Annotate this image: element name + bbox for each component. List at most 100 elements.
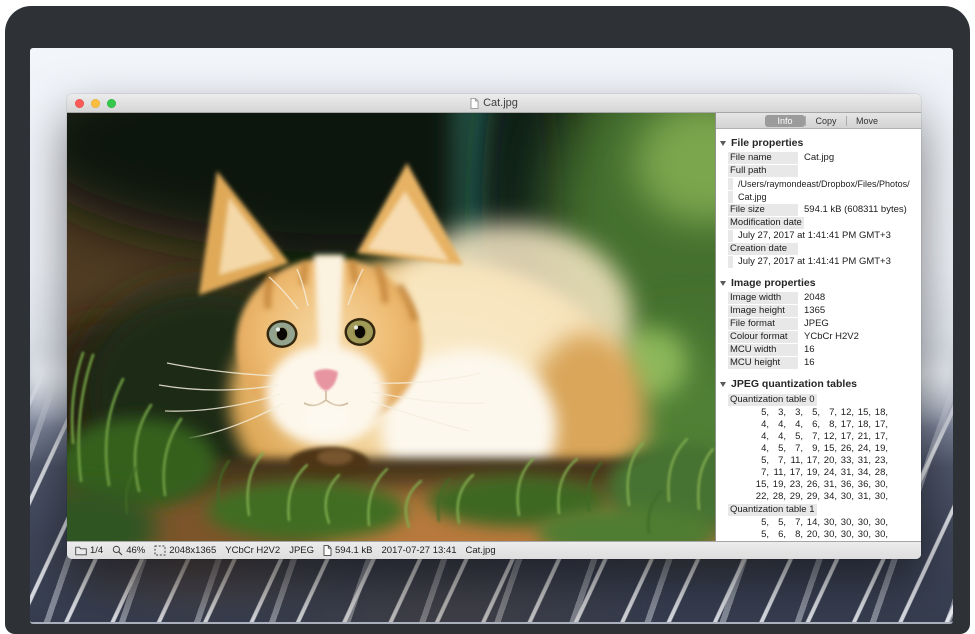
quant-value: 30,	[854, 517, 871, 529]
property-label: File name	[728, 152, 798, 164]
property-value: Cat.jpg	[804, 152, 834, 164]
quant-value: 15,	[854, 407, 871, 419]
property-value: YCbCr H2V2	[804, 331, 859, 343]
property-label: File format	[728, 318, 798, 330]
info-sidebar: Info Copy Move File properties	[715, 113, 921, 541]
label-column-sliver	[728, 256, 733, 268]
quant-value: 7,	[769, 455, 786, 467]
quant-value: 24,	[854, 443, 871, 455]
quant-value: 7,	[752, 467, 769, 479]
property-value: 2048	[804, 292, 825, 304]
quant-value: 4,	[769, 419, 786, 431]
titlebar[interactable]: Cat.jpg	[67, 94, 921, 113]
quant-table-row: 7,11,17,19,24,31,34,28,	[742, 467, 888, 479]
statusbar-zoom-level: 46%	[112, 545, 145, 556]
quant-value: 17,	[837, 419, 854, 431]
property-row: Modification date	[728, 217, 917, 229]
quant-value: 18,	[871, 407, 888, 419]
label-column-sliver	[728, 191, 733, 203]
property-row: Full path	[728, 165, 917, 177]
full-path-line: Cat.jpg	[738, 191, 767, 203]
info-panel[interactable]: File properties File name Cat.jpg Full p…	[716, 129, 921, 541]
tab-info[interactable]: Info	[765, 115, 805, 127]
device-bezel: Cat.jpg	[5, 6, 970, 634]
quant-value: 4,	[752, 419, 769, 431]
window-content: Info Copy Move File properties	[67, 113, 921, 541]
quant-table-row: 22,28,29,29,34,30,31,30,	[742, 491, 888, 503]
quant-value: 19,	[769, 479, 786, 491]
quant-value: 12,	[837, 407, 854, 419]
quant-value: 3,	[786, 407, 803, 419]
quant-value: 30,	[837, 529, 854, 541]
quant-value: 4,	[786, 419, 803, 431]
property-label: Creation date	[728, 243, 798, 255]
quant-value: 30,	[854, 529, 871, 541]
desktop-wallpaper: Cat.jpg	[30, 48, 953, 624]
property-value-line: July 27, 2017 at 1:41:41 PM GMT+3	[728, 230, 917, 242]
section-image-properties[interactable]: Image properties	[720, 277, 917, 289]
quant-value: 5,	[752, 517, 769, 529]
document-icon	[323, 545, 332, 556]
quant-value: 30,	[871, 479, 888, 491]
quant-value: 4,	[769, 431, 786, 443]
minimize-button[interactable]	[91, 99, 100, 108]
quant-value: 24,	[820, 467, 837, 479]
quant-value: 31,	[854, 491, 871, 503]
property-label: Image width	[728, 292, 798, 304]
quant-value: 26,	[837, 443, 854, 455]
property-value: 1365	[804, 305, 825, 317]
quant-value: 31,	[820, 479, 837, 491]
quant-value: 30,	[837, 491, 854, 503]
quant-value: 5,	[769, 517, 786, 529]
cat-photo	[67, 113, 715, 541]
property-value: 16	[804, 357, 815, 369]
quant-value: 7,	[786, 443, 803, 455]
statusbar-modified-datetime: 2017-07-27 13:41	[382, 545, 457, 556]
quant-value: 7,	[786, 517, 803, 529]
document-icon	[470, 98, 479, 109]
quant-table-row: 5,7,11,17,20,33,31,23,	[742, 455, 888, 467]
app-window: Cat.jpg	[67, 94, 921, 559]
label-column-sliver	[728, 230, 733, 242]
quant-value: 21,	[854, 431, 871, 443]
zoom-button[interactable]	[107, 99, 116, 108]
property-value-line: July 27, 2017 at 1:41:41 PM GMT+3	[728, 256, 917, 268]
quant-value: 36,	[854, 479, 871, 491]
statusbar-colour-format: YCbCr H2V2	[225, 545, 280, 556]
quant-value: 5,	[786, 431, 803, 443]
photo-viewer[interactable]	[67, 113, 715, 541]
sidebar-tabs: Info Copy Move	[716, 113, 921, 129]
quant-value: 20,	[820, 455, 837, 467]
quant-value: 30,	[837, 517, 854, 529]
quant-value: 28,	[871, 467, 888, 479]
property-row: MCU height 16	[728, 357, 917, 369]
quant-value: 34,	[854, 467, 871, 479]
window-title-group: Cat.jpg	[470, 97, 518, 109]
quant-table-0-label: Quantization table 0	[728, 393, 917, 407]
quant-value: 4,	[752, 443, 769, 455]
section-quantization-tables[interactable]: JPEG quantization tables	[720, 378, 917, 390]
tab-move[interactable]: Move	[847, 115, 887, 127]
section-file-properties[interactable]: File properties	[720, 137, 917, 149]
quant-value: 20,	[803, 529, 820, 541]
property-label: MCU width	[728, 344, 798, 356]
statusbar-file-size: 594.1 kB	[323, 545, 373, 556]
quant-value: 31,	[837, 467, 854, 479]
quant-value: 8,	[786, 529, 803, 541]
quant-table-row: 5,5,7,14,30,30,30,30,	[742, 517, 888, 529]
property-row: MCU width 16	[728, 344, 917, 356]
quant-value: 19,	[803, 467, 820, 479]
traffic-lights	[75, 94, 116, 112]
property-row: Image height 1365	[728, 305, 917, 317]
quant-value: 5,	[803, 407, 820, 419]
quant-value: 30,	[871, 517, 888, 529]
quant-table-0: 5,3,3,5,7,12,15,18,4,4,4,6,8,17,18,17,4,…	[742, 407, 917, 503]
quant-value: 18,	[854, 419, 871, 431]
quant-value: 11,	[769, 467, 786, 479]
quant-value: 30,	[820, 517, 837, 529]
quant-value: 34,	[820, 491, 837, 503]
close-button[interactable]	[75, 99, 84, 108]
tab-copy[interactable]: Copy	[806, 115, 846, 127]
quant-value: 5,	[752, 407, 769, 419]
property-row: File name Cat.jpg	[728, 152, 917, 164]
